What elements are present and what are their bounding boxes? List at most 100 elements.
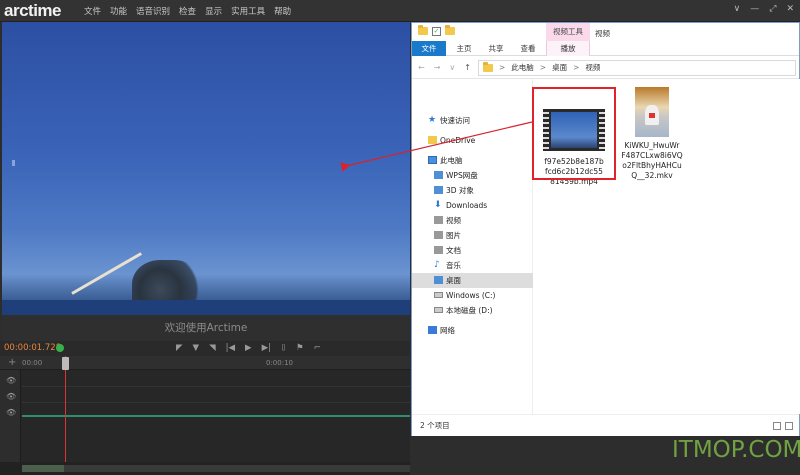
menu-display[interactable]: 显示 [205,5,222,17]
menu-check[interactable]: 检查 [179,5,196,17]
nav-item-desktop[interactable]: 桌面 [412,273,533,288]
window-controls: ∨ — ⤢ ✕ [734,4,794,14]
breadcrumb-video[interactable]: 视频 [585,61,600,75]
highlight-box [532,87,616,180]
view-toggles [773,422,793,430]
nav-item-videos[interactable]: 视频 [412,213,533,228]
collapse-icon[interactable]: ∨ [734,4,741,14]
mark-in-icon[interactable]: ◤ [176,343,183,353]
ruler-tick-start: 00:00 [22,359,43,367]
camera-icon[interactable]: ⌷ [281,343,286,353]
up-icon[interactable]: ↑ [464,63,471,72]
mark-out-icon[interactable]: ◥ [209,343,216,353]
file-name-line: F487CLxw8i6VQ [621,151,683,160]
recent-icon[interactable]: ∨ [449,63,455,72]
navigation-pane: ★ 快速访问 OneDrive 此电脑 WPS网盘 3D 对象 ⬇ Downlo… [412,79,533,414]
nav-item-documents[interactable]: 文档 [412,243,533,258]
playhead-line [65,356,66,462]
music-icon: ♪ [434,260,440,270]
details-view-icon[interactable] [773,422,781,430]
nav-item-quick-access[interactable]: ★ 快速访问 [412,113,533,128]
nav-item-label: 图片 [446,231,461,240]
properties-icon[interactable]: ✓ [432,27,441,36]
address-bar: ← → ∨ ↑ > 此电脑 > 桌面 > 视频 [412,57,799,79]
tab-file[interactable]: 文件 [412,41,446,56]
scrollbar-track [64,465,410,472]
folder-icon[interactable] [418,25,428,35]
nav-item-network[interactable]: 网络 [412,323,533,338]
track-divider [22,402,410,403]
nav-item-this-pc[interactable]: 此电脑 [412,153,533,168]
eye-icon[interactable]: 👁 [6,376,16,385]
maximize-icon[interactable]: ⤢ [769,4,776,14]
breadcrumb-separator: > [539,63,547,72]
item-count: 2 个项目 [420,421,450,430]
eye-icon[interactable]: 👁 [6,408,16,417]
picture-folder-icon [434,231,443,239]
close-icon[interactable]: ✕ [786,4,794,14]
tab-home[interactable]: 主页 [450,41,478,56]
nav-item-drive-c[interactable]: Windows (C:) [412,288,533,303]
nav-item-label: 网络 [440,326,455,335]
breadcrumb-this-pc[interactable]: 此电脑 [511,61,534,75]
menu-tools[interactable]: 实用工具 [231,5,265,17]
file-name-line: KiWKU_HwuWr [624,141,680,150]
nav-item-label: OneDrive [440,136,476,145]
folder-icon [483,62,493,72]
eye-icon[interactable]: 👁 [6,392,16,401]
file-item-mkv[interactable]: KiWKU_HwuWr F487CLxw8i6VQ o2FltBhyHAHCu … [614,87,690,197]
transport-bar: 00:00:01.728 ◤ ▼ ◥ |◀ ▶ ▶| ⌷ ⚑ ⌐ [0,341,410,356]
tab-play[interactable]: 播放 [546,41,590,56]
nav-item-label: WPS网盘 [446,171,478,180]
crop-icon[interactable]: ⌐ [314,343,321,353]
image-thumbnail-icon [635,87,669,137]
menu-file[interactable]: 文件 [84,5,101,17]
nav-item-label: 3D 对象 [446,186,474,195]
new-folder-icon[interactable] [445,25,455,35]
skip-back-icon[interactable]: |◀ [226,343,235,353]
nav-item-3d-objects[interactable]: 3D 对象 [412,183,533,198]
tab-share[interactable]: 共享 [482,41,510,56]
nav-item-label: 快速访问 [440,116,470,125]
minimize-icon[interactable]: — [750,4,759,14]
menu-help[interactable]: 帮助 [274,5,291,17]
title-bar: arctime 文件 功能 语音识别 检查 显示 实用工具 帮助 ∨ — ⤢ ✕ [0,0,800,22]
timeline-tracks[interactable]: 👁 👁 👁 [0,370,410,462]
audio-waveform[interactable] [22,415,410,417]
transport-buttons: ◤ ▼ ◥ |◀ ▶ ▶| ⌷ ⚑ ⌐ [176,343,321,353]
menu-function[interactable]: 功能 [110,5,127,17]
marker-down-icon[interactable]: ▼ [193,343,200,353]
playhead-handle[interactable] [62,357,69,370]
app-logo: arctime [4,1,61,20]
nav-item-pictures[interactable]: 图片 [412,228,533,243]
play-icon[interactable]: ▶ [245,343,252,353]
nav-item-downloads[interactable]: ⬇ Downloads [412,198,533,213]
breadcrumb[interactable]: > 此电脑 > 桌面 > 视频 [478,60,796,76]
video-tools-context: 视频工具 [546,23,590,41]
flag-icon[interactable]: ⚑ [296,343,304,353]
ribbon-tabs: 文件 主页 共享 查看 播放 [412,41,799,56]
drive-icon [434,307,443,313]
desktop-icon [434,276,443,284]
forward-icon[interactable]: → [434,63,441,72]
large-icons-view-icon[interactable] [785,422,793,430]
nav-item-music[interactable]: ♪ 音乐 [412,258,533,273]
nav-item-drive-d[interactable]: 本地磁盘 (D:) [412,303,533,318]
tab-view[interactable]: 查看 [514,41,542,56]
skip-forward-icon[interactable]: ▶| [262,343,271,353]
scrollbar-thumb[interactable] [22,465,64,472]
quick-access-toolbar: ✓ [418,25,455,36]
menu-speech-recognition[interactable]: 语音识别 [136,5,170,17]
breadcrumb-desktop[interactable]: 桌面 [552,61,567,75]
nav-item-wps[interactable]: WPS网盘 [412,168,533,183]
video-preview[interactable] [2,22,410,315]
file-name: KiWKU_HwuWr F487CLxw8i6VQ o2FltBhyHAHCu … [612,141,692,181]
timeline-scrollbar[interactable] [0,462,410,475]
video-edge-marker [12,160,15,166]
document-icon [434,246,443,254]
nav-item-label: 文档 [446,246,461,255]
back-icon[interactable]: ← [418,63,425,72]
download-icon: ⬇ [434,200,442,210]
add-track-icon[interactable]: + [8,357,16,368]
nav-item-onedrive[interactable]: OneDrive [412,133,533,148]
